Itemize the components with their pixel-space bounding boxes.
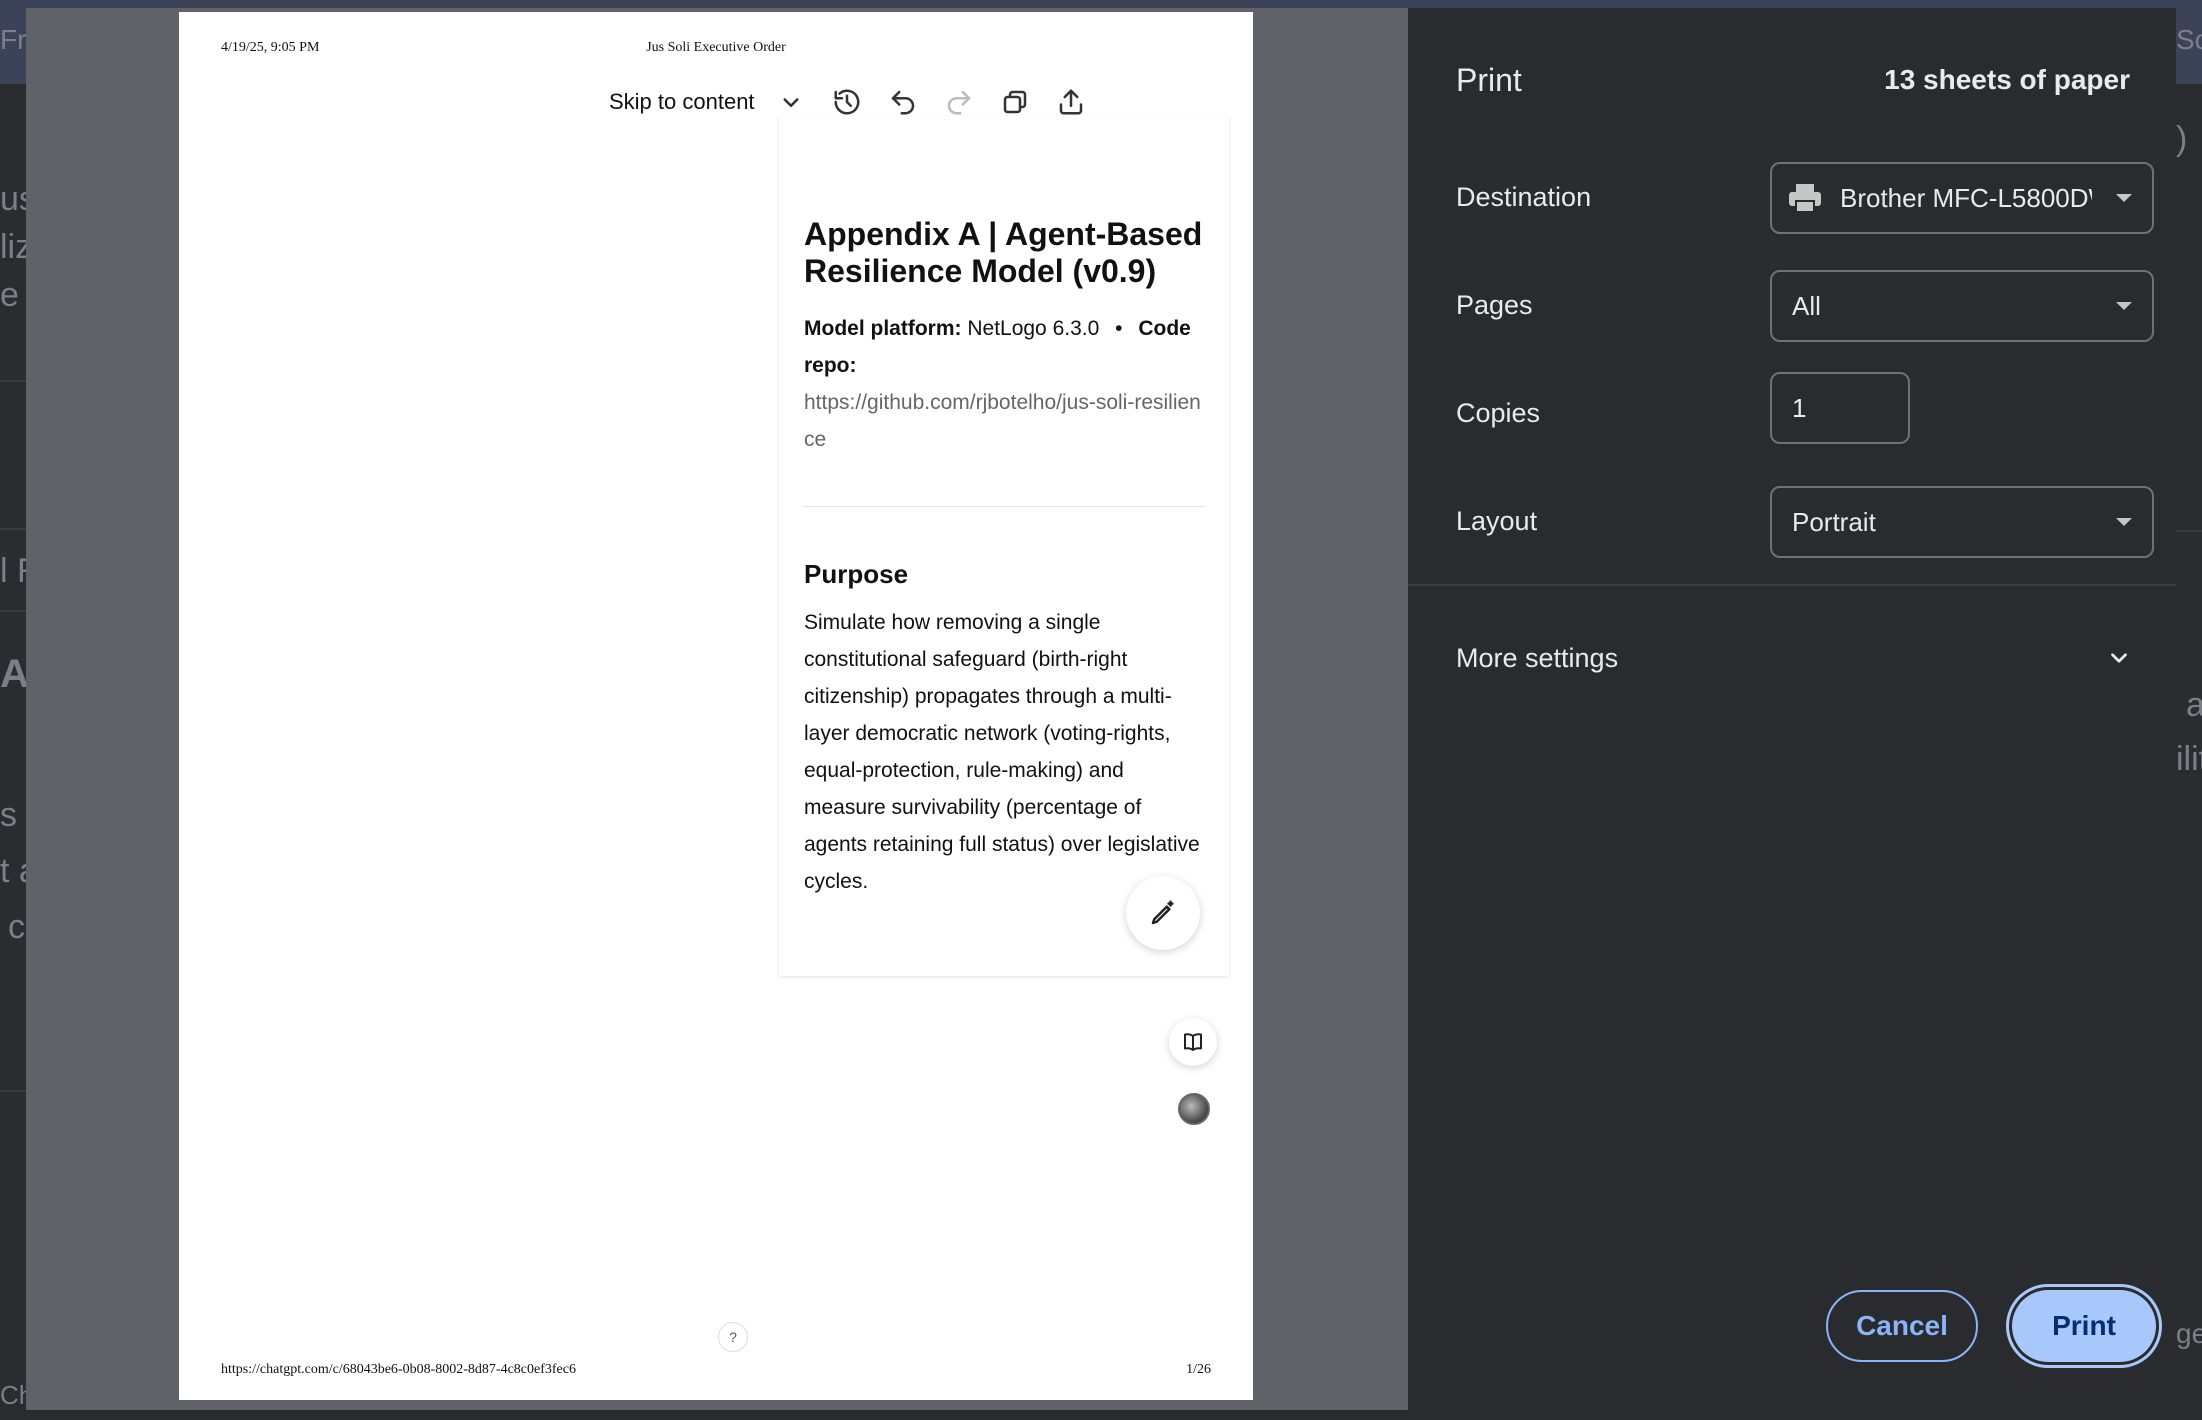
dropdown-arrow-icon <box>2116 302 2132 310</box>
destination-select[interactable]: Brother MFC-L5800DW <box>1770 162 2154 234</box>
bg-divider <box>2176 530 2202 532</box>
avatar <box>1165 1080 1223 1138</box>
page-header-title: Jus Soli Executive Order <box>646 40 786 55</box>
page-footer-number: 1/26 <box>1186 1362 1211 1377</box>
printer-icon <box>1788 183 1822 213</box>
chevron-down-icon <box>2111 653 2127 663</box>
print-settings-panel: Print 13 sheets of paper Destination Bro… <box>1408 8 2176 1410</box>
bg-divider <box>0 528 26 530</box>
pages-label: Pages <box>1456 290 1533 320</box>
layout-value: Portrait <box>1792 506 1876 537</box>
more-settings-label: More settings <box>1456 642 1619 673</box>
cancel-button[interactable]: Cancel <box>1826 1290 1978 1362</box>
avatar-image <box>1178 1093 1210 1125</box>
preview-page: 4/19/25, 9:05 PM Jus Soli Executive Orde… <box>179 12 1253 1400</box>
book-icon <box>1169 1018 1217 1066</box>
purpose-text: Simulate how removing a single constitut… <box>804 611 1200 893</box>
document-content: Appendix A | Agent-Based Resilience Mode… <box>804 216 1204 900</box>
dialog-title: Print <box>1456 62 1522 98</box>
edit-sparkle-icon <box>1126 876 1200 950</box>
layout-label: Layout <box>1456 506 1538 536</box>
pages-value: All <box>1792 290 1821 321</box>
bg-divider <box>0 610 26 612</box>
dropdown-arrow-icon <box>2116 518 2132 526</box>
pages-select[interactable]: All <box>1770 270 2154 342</box>
meta-separator: • <box>1115 317 1123 340</box>
sheet-count: 13 sheets of paper <box>1884 64 2130 95</box>
document-meta: Model platform: NetLogo 6.3.0 • Code rep… <box>804 310 1204 458</box>
more-settings-toggle[interactable]: More settings <box>1456 636 2132 680</box>
bg-text-fragment: ) <box>2176 120 2188 158</box>
bg-divider <box>0 380 26 382</box>
print-button[interactable]: Print <box>2012 1290 2156 1362</box>
document-card: Appendix A | Agent-Based Resilience Mode… <box>779 116 1229 976</box>
platform-label: Model platform: <box>804 317 962 340</box>
bg-text-fragment: ilit <box>2176 740 2202 778</box>
page-footer-url: https://chatgpt.com/c/68043be6-0b08-8002… <box>221 1362 576 1377</box>
bg-text-fragment: c <box>8 908 25 946</box>
copies-label: Copies <box>1456 398 1541 428</box>
bg-divider <box>0 1090 26 1092</box>
destination-label: Destination <box>1456 182 1592 212</box>
bg-text-fragment: Scro <box>2176 24 2202 55</box>
print-dialog: 4/19/25, 9:05 PM Jus Soli Executive Orde… <box>26 8 2176 1410</box>
skip-to-content-link: Skip to content <box>609 89 755 114</box>
copies-input[interactable]: 1 <box>1770 372 1910 444</box>
settings-divider <box>1408 584 2176 586</box>
help-button: ? <box>718 1322 748 1352</box>
platform-value: NetLogo 6.3.0 <box>967 317 1100 340</box>
bg-text-fragment: A <box>0 652 29 696</box>
document-divider <box>804 506 1204 507</box>
bg-text-fragment: a <box>2186 686 2202 724</box>
destination-value: Brother MFC-L5800DW <box>1840 182 2092 213</box>
bg-text-fragment: ger <box>2176 1318 2202 1349</box>
print-preview-area[interactable]: 4/19/25, 9:05 PM Jus Soli Executive Orde… <box>26 8 1408 1410</box>
layout-select[interactable]: Portrait <box>1770 486 2154 558</box>
repo-link: https://github.com/rjbotelho/jus-soli-re… <box>804 391 1201 451</box>
dropdown-arrow-icon <box>2116 194 2132 202</box>
document-title: Appendix A | Agent-Based Resilience Mode… <box>804 216 1203 289</box>
purpose-heading: Purpose <box>804 559 909 589</box>
